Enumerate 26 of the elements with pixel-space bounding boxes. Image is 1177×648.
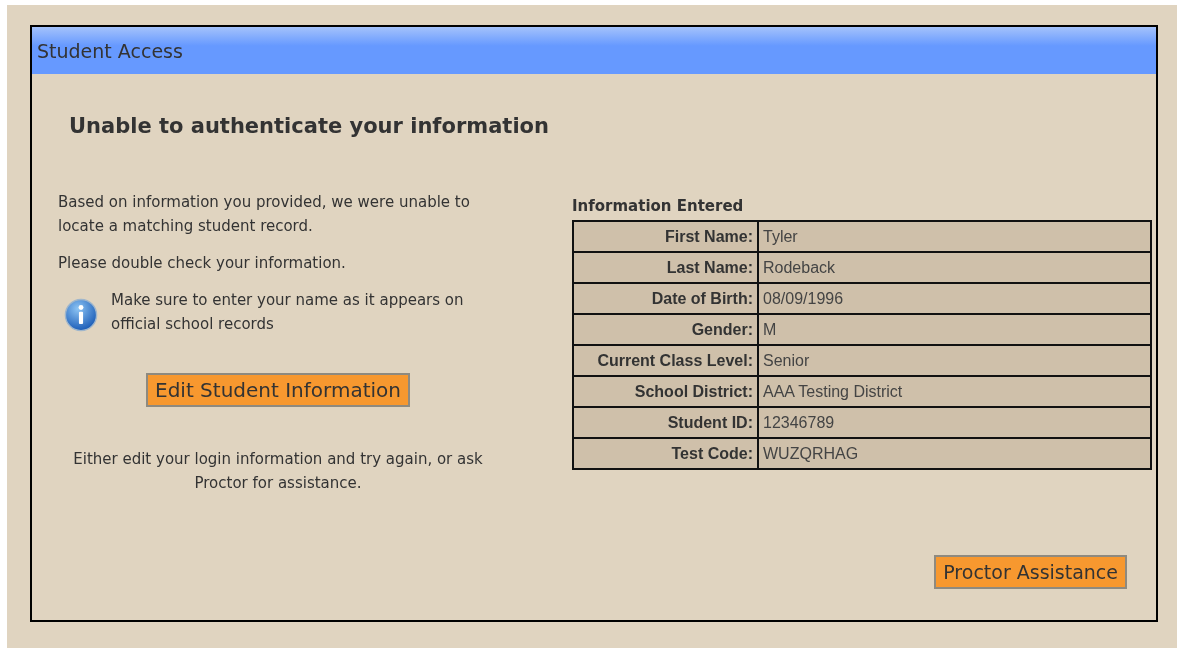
field-label: School District: — [573, 376, 758, 407]
footer-note: Either edit your login information and try again, or ask Proctor for assistance. — [72, 449, 484, 494]
proctor-assistance-button[interactable]: Proctor Assistance — [934, 555, 1127, 589]
field-label: Date of Birth: — [573, 283, 758, 314]
field-label: Last Name: — [573, 252, 758, 283]
edit-student-information-button[interactable]: Edit Student Information — [146, 373, 410, 407]
info-icon — [64, 298, 98, 332]
field-label: First Name: — [573, 221, 758, 252]
page-heading: Unable to authenticate your information — [69, 114, 550, 138]
table-title: Information Entered — [572, 197, 745, 215]
message-text: Based on information you provided, we were unable to locate a matching student record. — [58, 192, 471, 237]
field-value: AAA Testing District — [758, 376, 1151, 407]
field-value: Rodeback — [758, 252, 1151, 283]
field-label: Current Class Level: — [573, 345, 758, 376]
window-title: Student Access — [37, 39, 183, 62]
field-value: Senior — [758, 345, 1151, 376]
message-text: Please double check your information. — [58, 253, 347, 274]
info-note: Make sure to enter your name as it appears on official school records — [111, 290, 465, 335]
field-label: Test Code: — [573, 438, 758, 469]
field-label: Gender: — [573, 314, 758, 345]
field-value: 12346789 — [758, 407, 1151, 438]
field-value: 08/09/1996 — [758, 283, 1151, 314]
field-value: Tyler — [758, 221, 1151, 252]
field-label: Student ID: — [573, 407, 758, 438]
field-value: WUZQRHAG — [758, 438, 1151, 469]
field-value: M — [758, 314, 1151, 345]
